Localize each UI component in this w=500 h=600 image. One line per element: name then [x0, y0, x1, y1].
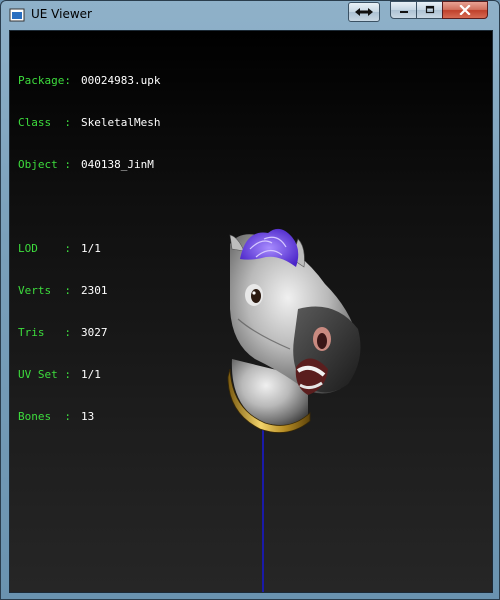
- minimize-button[interactable]: [390, 1, 417, 19]
- info-value: 040138_JinM: [81, 158, 154, 171]
- swap-icon: [355, 8, 373, 16]
- info-value: 00024983.upk: [81, 74, 161, 87]
- vertical-axis-line: [262, 419, 264, 592]
- info-label: Package:: [18, 74, 71, 87]
- info-value: 1/1: [81, 242, 101, 255]
- info-label: Verts :: [18, 284, 71, 297]
- maximize-icon: [425, 5, 434, 14]
- info-value: 13: [81, 410, 95, 423]
- window-title: UE Viewer: [31, 7, 92, 21]
- info-bones: Bones : 13: [18, 410, 160, 424]
- close-button[interactable]: [442, 1, 488, 19]
- app-icon: [9, 8, 25, 22]
- info-spacer: [18, 200, 160, 214]
- title-bar[interactable]: UE Viewer: [1, 1, 499, 29]
- info-value: 2301: [81, 284, 108, 297]
- info-class: Class : SkeletalMesh: [18, 116, 160, 130]
- info-uvset: UV Set : 1/1: [18, 368, 160, 382]
- horse-head-mesh: [227, 228, 361, 433]
- mesh-info-panel: Package: 00024983.upk Class : SkeletalMesh…: [18, 46, 160, 452]
- info-object: Object : 040138_JinM: [18, 158, 160, 172]
- info-label: Object :: [18, 158, 71, 171]
- close-icon: [459, 5, 471, 15]
- caption-buttons: [390, 1, 494, 20]
- info-label: UV Set :: [18, 368, 71, 381]
- viewport[interactable]: Package: 00024983.upk Class : SkeletalMesh…: [9, 30, 493, 593]
- info-value: SkeletalMesh: [81, 116, 161, 129]
- info-tris: Tris : 3027: [18, 326, 160, 340]
- info-value: 3027: [81, 326, 108, 339]
- swap-button[interactable]: [348, 2, 380, 22]
- info-label: Bones :: [18, 410, 71, 423]
- info-label: Class :: [18, 116, 71, 129]
- minimize-icon: [399, 11, 408, 13]
- info-lod: LOD : 1/1: [18, 242, 160, 256]
- info-label: LOD :: [18, 242, 71, 255]
- app-window: UE Viewer Package: 00024983.upk Class: …: [0, 0, 500, 600]
- maximize-button[interactable]: [416, 1, 443, 19]
- info-label: Tris :: [18, 326, 71, 339]
- info-value: 1/1: [81, 368, 101, 381]
- info-verts: Verts : 2301: [18, 284, 160, 298]
- info-package: Package: 00024983.upk: [18, 74, 160, 88]
